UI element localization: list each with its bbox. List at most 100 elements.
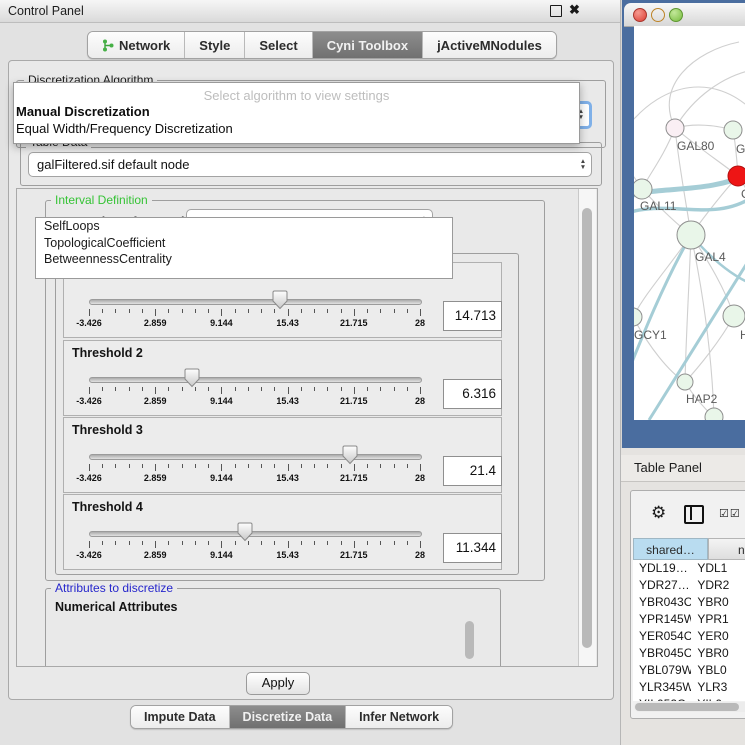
table-row[interactable]: YBR043CYBR0 (633, 594, 745, 611)
table-row[interactable]: YBL079WYBL0 (633, 662, 745, 679)
slider-track[interactable] (89, 531, 422, 537)
column-header-shared-name[interactable]: shared… (633, 538, 708, 560)
slider-track[interactable] (89, 377, 422, 383)
attributes-list-scrollbar[interactable] (465, 621, 474, 659)
cell-shared-name[interactable]: YLR345W (633, 679, 691, 696)
select-columns-icon[interactable]: ☑☑ (719, 507, 741, 520)
bottom-tab-impute-data[interactable]: Impute Data (131, 706, 230, 728)
network-node-gal80[interactable] (666, 119, 684, 137)
tab-network[interactable]: Network (88, 32, 185, 58)
float-window-icon[interactable] (550, 5, 562, 17)
zoom-traffic-light[interactable] (669, 8, 683, 22)
column-header-name[interactable]: name (708, 538, 745, 560)
viewport-scrollbar-track[interactable] (578, 189, 596, 666)
slider-track[interactable] (89, 299, 422, 305)
cell-name[interactable]: YDL1 (691, 560, 745, 577)
minimize-traffic-light[interactable] (651, 8, 665, 22)
numerical-attributes-list[interactable]: SelfLoopsTopologicalCoefficientBetweenne… (35, 217, 453, 279)
cell-name[interactable]: YPR1 (691, 611, 745, 628)
minor-tick (380, 464, 381, 468)
network-node-gcy1[interactable] (634, 308, 642, 326)
minor-tick (129, 309, 130, 313)
table-row[interactable]: YIL052CYIL0 (633, 696, 745, 701)
major-tick (221, 309, 222, 316)
minor-tick (168, 309, 169, 313)
threshold-value-field[interactable]: 11.344 (443, 533, 502, 563)
table-row[interactable]: YDL19…YDL1 (633, 560, 745, 577)
slider-thumb[interactable] (272, 290, 288, 315)
major-tick (420, 464, 421, 471)
minor-tick (327, 309, 328, 313)
popup-option-manual[interactable]: Manual Discretization (16, 104, 576, 119)
table-row[interactable]: YER054CYER0 (633, 628, 745, 645)
cell-name[interactable]: YBL0 (691, 662, 745, 679)
cell-shared-name[interactable]: YIL052C (633, 696, 691, 701)
slider-track[interactable] (89, 454, 422, 460)
threshold-label: Threshold 2 (72, 346, 143, 360)
cell-shared-name[interactable]: YDL19… (633, 560, 691, 577)
cell-name[interactable]: YDR2 (691, 577, 745, 594)
gear-icon[interactable]: ⚙ (651, 503, 666, 523)
threshold-value-field[interactable]: 14.713 (443, 301, 502, 331)
network-canvas[interactable]: GAL80GACGAL11GAL4GCY1HHAP2 (634, 26, 745, 420)
cell-name[interactable]: YBR0 (691, 645, 745, 662)
network-node-c[interactable] (728, 166, 745, 186)
cell-name[interactable]: YLR3 (691, 679, 745, 696)
table-data-combobox[interactable]: galFiltered.sif default node ▲▼ (28, 152, 592, 177)
cell-shared-name[interactable]: YBR045C (633, 645, 691, 662)
viewport-scrollbar-thumb[interactable] (582, 208, 592, 648)
bottom-tab-discretize-data[interactable]: Discretize Data (230, 706, 347, 728)
attribute-item[interactable]: BetweennessCentrality (36, 251, 452, 268)
minor-tick (394, 464, 395, 468)
cell-shared-name[interactable]: YBL079W (633, 662, 691, 679)
tab-label: Cyni Toolbox (327, 38, 408, 53)
threshold-label: Threshold 4 (72, 500, 143, 514)
tab-cyni-toolbox[interactable]: Cyni Toolbox (313, 32, 423, 58)
network-node-ga[interactable] (724, 121, 742, 139)
network-view-window: GAL80GACGAL11GAL4GCY1HHAP2 (622, 0, 745, 448)
tab-style[interactable]: Style (185, 32, 245, 58)
tab-select[interactable]: Select (245, 32, 312, 58)
close-traffic-light[interactable] (633, 8, 647, 22)
cell-shared-name[interactable]: YDR27… (633, 577, 691, 594)
network-node-hap2[interactable] (677, 374, 693, 390)
minor-tick (208, 541, 209, 545)
tab-label: jActiveMNodules (437, 38, 542, 53)
major-tick (155, 387, 156, 394)
table-panel-title: Table Panel (634, 460, 702, 475)
table-horizontal-scrollbar[interactable] (634, 702, 745, 712)
cell-name[interactable]: YER0 (691, 628, 745, 645)
minor-tick (274, 541, 275, 545)
tab-jactivemnodules[interactable]: jActiveMNodules (423, 32, 556, 58)
cell-shared-name[interactable]: YER054C (633, 628, 691, 645)
cell-name[interactable]: YIL0 (691, 696, 745, 701)
network-node-h[interactable] (723, 305, 745, 327)
minor-tick (168, 387, 169, 391)
attribute-item[interactable]: TopologicalCoefficient (36, 235, 452, 252)
close-window-icon[interactable]: ✖ (569, 2, 580, 18)
slider-thumb[interactable] (184, 368, 200, 393)
threshold-value-field[interactable]: 21.4 (443, 456, 502, 486)
tick-label: 28 (395, 318, 445, 328)
cell-name[interactable]: YBR0 (691, 594, 745, 611)
network-node-gal4[interactable] (677, 221, 705, 249)
attribute-item[interactable]: SelfLoops (36, 218, 452, 235)
network-node[interactable] (705, 408, 723, 420)
table-row[interactable]: YBR045CYBR0 (633, 645, 745, 662)
cell-shared-name[interactable]: YPR145W (633, 611, 691, 628)
table-row[interactable]: YLR345WYLR3 (633, 679, 745, 696)
slider-thumb[interactable] (342, 445, 358, 470)
threshold-value-field[interactable]: 6.316 (443, 379, 502, 409)
split-columns-icon[interactable] (684, 505, 704, 524)
minor-tick (327, 541, 328, 545)
slider-thumb[interactable] (237, 522, 253, 547)
apply-button[interactable]: Apply (246, 672, 310, 695)
bottom-tab-infer-network[interactable]: Infer Network (346, 706, 452, 728)
table-row[interactable]: YPR145WYPR1 (633, 611, 745, 628)
network-node-gal11[interactable] (634, 179, 652, 199)
cell-shared-name[interactable]: YBR043C (633, 594, 691, 611)
table-row[interactable]: YDR27…YDR2 (633, 577, 745, 594)
minor-tick (301, 387, 302, 391)
table-horizontal-scrollbar-thumb[interactable] (635, 703, 739, 711)
popup-option-equal-width[interactable]: Equal Width/Frequency Discretization (16, 121, 576, 136)
